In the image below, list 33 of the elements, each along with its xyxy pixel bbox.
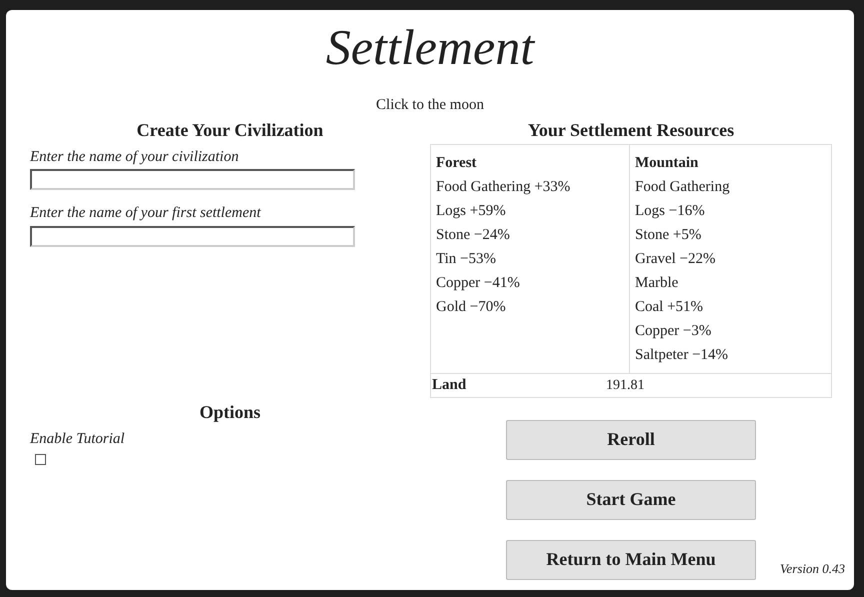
resource-modifier: Marble	[635, 274, 678, 292]
column-heading: Forest	[436, 154, 478, 172]
land-value: 191.81	[606, 376, 644, 394]
resource-modifier: Food Gathering +33%	[436, 178, 570, 196]
resource-modifier: Stone +5%	[635, 226, 702, 244]
field-label: Enter the name of your civilization	[30, 148, 240, 166]
menu-button[interactable]: Start Game	[506, 480, 756, 520]
resource-modifier: Copper −41%	[436, 274, 520, 292]
resource-modifier: Stone −24%	[436, 226, 510, 244]
version-label: Version 0.43	[780, 560, 845, 578]
option-label: Enable Tutorial	[30, 430, 126, 448]
section-heading: Create Your Civilization	[136, 118, 324, 142]
resource-modifier: Copper −3%	[635, 322, 712, 340]
column-heading: Mountain	[635, 154, 700, 172]
resource-modifier: Food Gathering	[635, 178, 730, 196]
page-title: Settlement	[326, 22, 534, 72]
resource-modifier: Gravel −22%	[635, 250, 716, 268]
field-label: Enter the name of your first settlement	[30, 204, 262, 223]
section-heading: Options	[198, 400, 262, 424]
resource-modifier: Gold −70%	[436, 298, 506, 316]
section-heading: Your Settlement Resources	[526, 118, 736, 142]
text-input-field[interactable]	[30, 169, 355, 190]
land-label: Land	[432, 376, 466, 395]
click-to-moon-link[interactable]: Click to the moon	[376, 94, 484, 116]
tutorial-checkbox[interactable]	[35, 454, 46, 465]
resource-modifier: Logs +59%	[436, 202, 506, 220]
resource-modifier: Tin −53%	[436, 250, 496, 268]
resource-modifier: Saltpeter −14%	[635, 346, 728, 364]
text-input-field[interactable]	[30, 226, 355, 246]
menu-button[interactable]: Reroll	[506, 420, 756, 460]
menu-button[interactable]: Return to Main Menu	[506, 540, 756, 580]
resource-modifier: Coal +51%	[635, 298, 704, 316]
resource-modifier: Logs −16%	[635, 202, 705, 220]
